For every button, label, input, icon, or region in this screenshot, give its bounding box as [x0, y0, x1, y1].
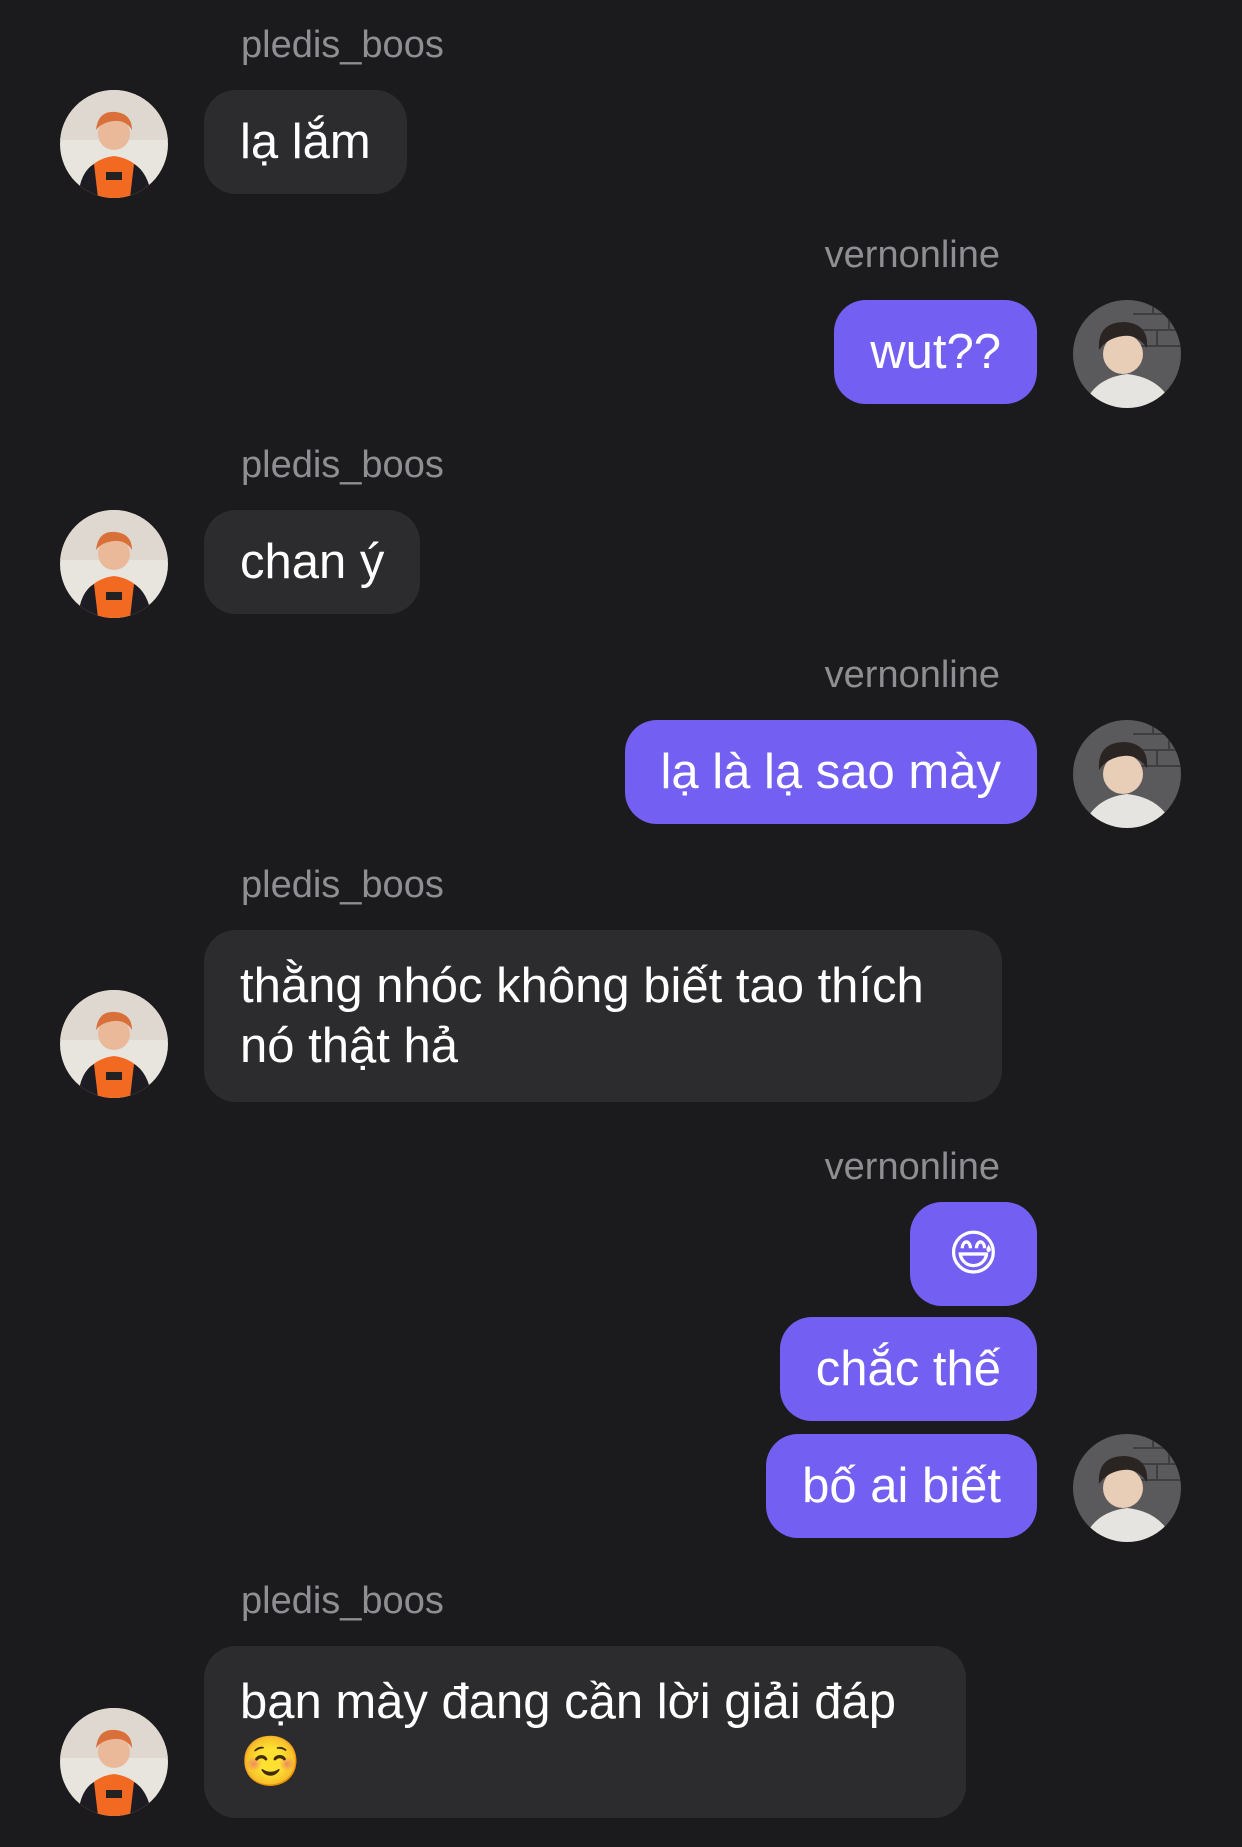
- sender-name: pledis_boos: [241, 444, 444, 486]
- avatar-orange-jersey-icon[interactable]: [60, 510, 168, 618]
- message-bubble-outgoing[interactable]: lạ là lạ sao mày: [624, 720, 1037, 824]
- avatar-orange-jersey-icon[interactable]: [60, 990, 168, 1098]
- message-bubble-outgoing[interactable]: wut??: [834, 300, 1037, 404]
- sender-name: vernonline: [824, 1146, 1000, 1188]
- message-bubble-incoming[interactable]: chan ý: [204, 510, 421, 614]
- avatar-dark-hair-icon[interactable]: [1073, 1434, 1181, 1542]
- message-bubble-incoming[interactable]: thằng nhóc không biết tao thích nó thật …: [204, 930, 1002, 1102]
- sender-name: vernonline: [824, 234, 1000, 276]
- message-bubble-incoming[interactable]: lạ lắm: [204, 90, 407, 194]
- sweat-smile-emoji-icon: 😅: [947, 1225, 999, 1282]
- avatar-dark-hair-icon[interactable]: [1073, 720, 1181, 828]
- message-bubble-outgoing[interactable]: 😅: [909, 1202, 1037, 1306]
- sender-name: pledis_boos: [241, 24, 444, 66]
- avatar-dark-hair-icon[interactable]: [1073, 300, 1181, 408]
- chat-thread: pledis_boos lạ lắm vernonline wut?? pled…: [0, 0, 1242, 1847]
- avatar-orange-jersey-icon[interactable]: [60, 1708, 168, 1816]
- sender-name: pledis_boos: [241, 1580, 444, 1622]
- avatar-orange-jersey-icon[interactable]: [60, 90, 168, 198]
- message-bubble-outgoing[interactable]: bố ai biết: [766, 1434, 1037, 1538]
- sender-name: vernonline: [824, 654, 1000, 696]
- message-bubble-outgoing[interactable]: chắc thế: [779, 1317, 1037, 1421]
- sender-name: pledis_boos: [241, 864, 444, 906]
- message-bubble-incoming[interactable]: bạn mày đang cần lời giải đáp ☺️: [204, 1646, 966, 1818]
